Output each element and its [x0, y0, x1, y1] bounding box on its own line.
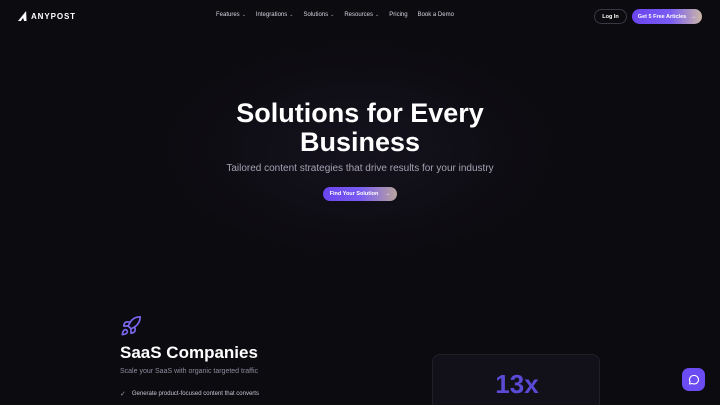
check-icon: ✓: [120, 391, 126, 398]
nav-label: Integrations: [255, 12, 288, 18]
feature-bullet-text: Generate product-focused content that co…: [131, 391, 259, 397]
nav-item-resources[interactable]: Resources ⌄: [344, 12, 379, 18]
arrow-right-icon: →: [384, 191, 391, 197]
section-subtitle: Scale your SaaS with organic targeted tr…: [120, 368, 259, 375]
brand-logo[interactable]: ANYPOST: [18, 11, 76, 21]
hero-title-line2: Business: [299, 127, 421, 157]
chat-bubble-icon: [688, 374, 699, 385]
stat-value: 13x: [495, 369, 539, 399]
get-free-articles-button[interactable]: Get 5 Free Articles →: [632, 9, 702, 24]
cta-label: Get 5 Free Articles: [637, 13, 687, 20]
site-header: ANYPOST Features ⌄ Integrations ⌄ Soluti…: [0, 0, 720, 34]
find-solution-button[interactable]: Find Your Solution →: [323, 187, 397, 201]
nav-label: Solutions: [303, 12, 329, 18]
hero-title: Solutions for Every Business: [160, 99, 560, 157]
nav-label: Pricing: [389, 12, 408, 18]
chevron-down-icon: ⌄: [241, 12, 246, 18]
chevron-down-icon: ⌄: [330, 12, 335, 18]
nav-item-solutions[interactable]: Solutions ⌄: [303, 12, 334, 18]
chat-support-button[interactable]: [682, 368, 705, 391]
chevron-down-icon: ⌄: [375, 12, 380, 18]
login-button[interactable]: Log In: [594, 9, 627, 24]
section-title: SaaS Companies: [120, 343, 258, 362]
nav-label: Book a Demo: [417, 12, 454, 18]
nav-item-integrations[interactable]: Integrations ⌄: [256, 12, 294, 18]
chevron-down-icon: ⌄: [289, 12, 294, 18]
nav-item-book-demo[interactable]: Book a Demo: [418, 12, 454, 18]
arrow-right-icon: →: [690, 13, 697, 20]
stat-card: 13x: [432, 354, 600, 405]
nav-item-features[interactable]: Features ⌄: [216, 12, 246, 18]
nav-label: Resources: [344, 12, 374, 18]
feature-bullet: ✓ Generate product-focused content that …: [120, 390, 259, 398]
nav-label: Features: [216, 12, 240, 18]
anypost-logo-icon: [18, 11, 27, 21]
hero-button-label: Find Your Solution: [329, 191, 379, 197]
brand-name: ANYPOST: [31, 11, 76, 21]
rocket-icon: [121, 316, 141, 336]
main-nav: Features ⌄ Integrations ⌄ Solutions ⌄ Re…: [216, 12, 454, 18]
hero-title-line1: Solutions for Every: [236, 98, 484, 128]
hero-subtitle: Tailored content strategies that drive r…: [226, 163, 494, 174]
nav-item-pricing[interactable]: Pricing: [389, 12, 407, 18]
